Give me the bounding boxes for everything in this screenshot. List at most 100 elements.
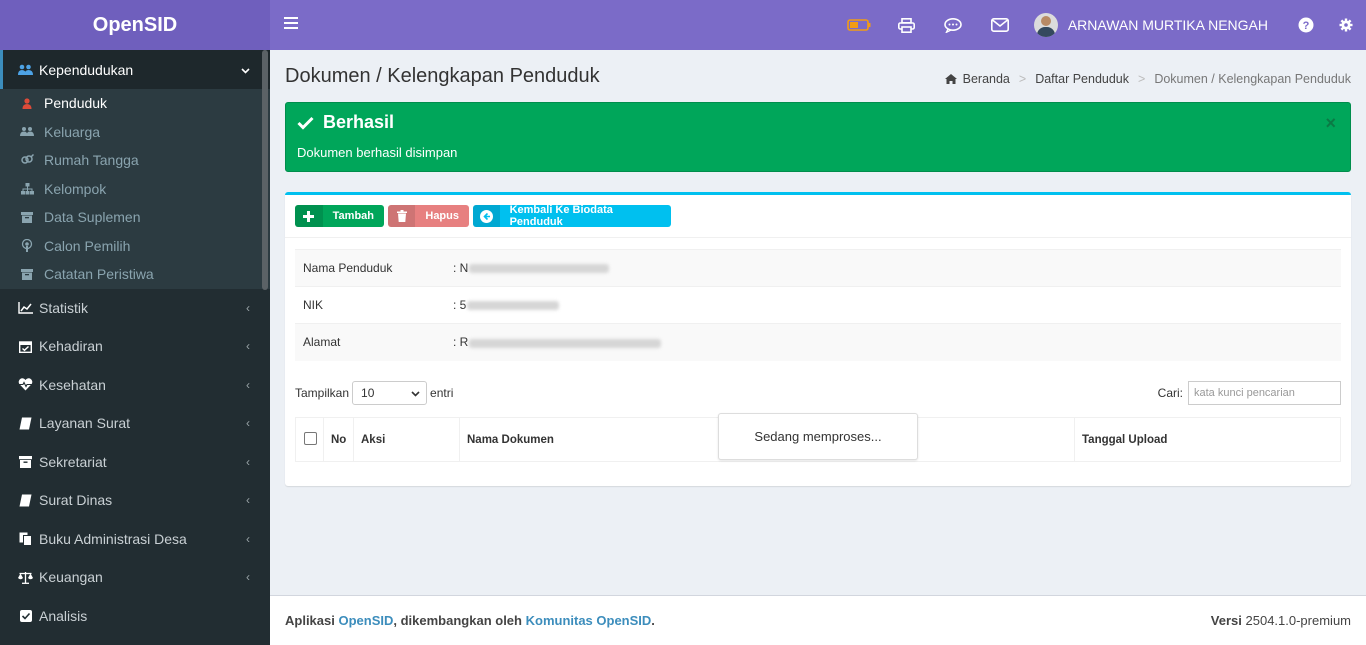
sidebar-subitem-rumah-tangga[interactable]: Rumah Tangga — [0, 146, 270, 175]
breadcrumb-home[interactable]: Beranda — [963, 72, 1010, 86]
add-button[interactable]: Tambah — [295, 205, 384, 227]
top-navbar: ARNAWAN MURTIKA NENGAH ? — [270, 0, 1366, 50]
sidebar-item-buku-administrasi-desa[interactable]: Buku Administrasi Desa ‹ — [0, 520, 270, 559]
app-logo[interactable]: OpenSID — [0, 0, 270, 50]
users-icon — [18, 63, 33, 77]
processing-indicator: Sedang memproses... — [718, 413, 918, 460]
help-icon[interactable]: ? — [1286, 0, 1326, 50]
sidebar-item-analisis[interactable]: Analisis — [0, 597, 270, 636]
footer: Aplikasi OpenSID, dikembangkan oleh Komu… — [270, 595, 1366, 645]
sidebar-subitem-label: Kelompok — [44, 180, 107, 197]
search-input[interactable] — [1188, 381, 1341, 405]
submenu-kependudukan: Penduduk Keluarga Rumah Tangga Kelompok … — [0, 89, 270, 289]
toolbar: Tambah Hapus Kembali Ke Biodata Penduduk — [295, 204, 671, 228]
divider — [285, 237, 1351, 238]
column-header-tanggal-upload[interactable]: Tanggal Upload — [1074, 417, 1341, 462]
search-label: Cari: — [1157, 386, 1183, 400]
sidebar-item-label: Layanan Surat — [39, 415, 131, 432]
sidebar-item-label: Keuangan — [39, 569, 103, 586]
redacted-value — [467, 301, 560, 311]
sidebar-item-label: Statistik — [39, 299, 89, 316]
footer-dev-label: , dikembangkan oleh — [393, 613, 522, 628]
footer-period: . — [651, 613, 655, 628]
print-icon[interactable] — [883, 0, 930, 50]
sidebar-subitem-label: Data Suplemen — [44, 209, 141, 226]
delete-button[interactable]: Hapus — [388, 205, 469, 227]
sidebar-item-label: Surat Dinas — [39, 492, 113, 509]
alert-title: Berhasil — [297, 112, 394, 133]
version-value: 2504.1.0-premium — [1245, 613, 1352, 628]
alert-message: Dokumen berhasil disimpan — [297, 145, 458, 160]
sidebar-item-kependudukan[interactable]: Kependudukan — [0, 50, 270, 89]
user-icon — [20, 98, 34, 109]
sidebar-subitem-data-suplemen[interactable]: Data Suplemen — [0, 203, 270, 232]
avatar — [1033, 13, 1058, 37]
sidebar-item-statistik[interactable]: Statistik ‹ — [0, 289, 270, 328]
footer-community-link[interactable]: Komunitas OpenSID — [526, 613, 652, 628]
sidebar-scrollbar[interactable] — [262, 50, 268, 290]
info-row: Nama Penduduk : N — [295, 249, 1341, 287]
select-all-checkbox[interactable] — [304, 431, 317, 445]
check-square-icon — [18, 609, 33, 623]
info-value-text: : N — [453, 261, 469, 275]
hamburger-menu-icon[interactable] — [284, 16, 298, 34]
chevron-left-icon: ‹ — [246, 493, 250, 508]
chevron-left-icon: ‹ — [246, 377, 250, 392]
trash-icon — [388, 205, 416, 227]
sidebar-subitem-kelompok[interactable]: Kelompok — [0, 175, 270, 204]
users-icon — [20, 126, 34, 137]
sidebar-item-sekretariat[interactable]: Sekretariat ‹ — [0, 443, 270, 482]
page-title: Dokumen / Kelengkapan Penduduk — [285, 65, 600, 87]
select-all-header — [295, 417, 324, 462]
sidebar-item-layanan-surat[interactable]: Layanan Surat ‹ — [0, 404, 270, 443]
info-label: Alamat — [295, 323, 453, 361]
search-control: Cari: — [1158, 381, 1341, 405]
sidebar-subitem-calon-pemilih[interactable]: Calon Pemilih — [0, 232, 270, 261]
battery-icon[interactable] — [836, 0, 883, 50]
info-value: : 5 — [453, 286, 1341, 324]
column-header-no[interactable]: No — [323, 417, 354, 462]
footer-app-label: Aplikasi — [285, 613, 335, 628]
footer-opensid-link[interactable]: OpenSID — [338, 613, 393, 628]
success-alert: Berhasil Dokumen berhasil disimpan × — [285, 102, 1351, 172]
archive-icon — [18, 455, 33, 469]
breadcrumb-daftar-penduduk[interactable]: Daftar Penduduk — [1035, 72, 1129, 86]
sidebar-item-surat-dinas[interactable]: Surat Dinas ‹ — [0, 481, 270, 520]
sidebar-item-label: Kesehatan — [39, 376, 106, 393]
chevron-left-icon: ‹ — [246, 300, 250, 315]
back-to-biodata-button[interactable]: Kembali Ke Biodata Penduduk — [473, 204, 671, 228]
app-logo-text: OpenSID — [92, 13, 178, 36]
sidebar-subitem-label: Penduduk — [44, 95, 108, 112]
arrow-circle-left-icon — [473, 205, 500, 227]
sidebar-subitem-label: Keluarga — [44, 123, 101, 140]
sidebar-item-keuangan[interactable]: Keuangan ‹ — [0, 558, 270, 597]
sidebar-subitem-catatan-peristiwa[interactable]: Catatan Peristiwa — [0, 260, 270, 289]
mail-icon[interactable] — [977, 0, 1024, 50]
alert-title-text: Berhasil — [323, 112, 395, 132]
chevron-left-icon: ‹ — [246, 570, 250, 585]
page-size-value: 10 — [361, 386, 375, 400]
sidebar-subitem-label: Calon Pemilih — [44, 237, 131, 254]
sidebar-subitem-keluarga[interactable]: Keluarga — [0, 118, 270, 147]
version-label: Versi — [1210, 613, 1242, 628]
close-icon[interactable]: × — [1325, 113, 1336, 134]
sidebar-item-kesehatan[interactable]: Kesehatan ‹ — [0, 366, 270, 405]
info-row: Alamat : R — [295, 323, 1341, 361]
page-length-control: Tampilkan 10 entri — [295, 381, 453, 405]
sidebar-subitem-penduduk[interactable]: Penduduk — [0, 89, 270, 118]
archive-icon — [20, 211, 34, 223]
user-menu[interactable]: ARNAWAN MURTIKA NENGAH — [1024, 0, 1286, 50]
sidebar: Kependudukan Penduduk Keluarga Rumah Tan… — [0, 50, 270, 645]
sidebar-item-kehadiran[interactable]: Kehadiran ‹ — [0, 327, 270, 366]
sidebar-item-label: Sekretariat — [39, 453, 107, 470]
sitemap-icon — [20, 182, 34, 195]
breadcrumb-current: Dokumen / Kelengkapan Penduduk — [1154, 72, 1351, 86]
gear-icon[interactable] — [1326, 0, 1366, 50]
footer-credits: Aplikasi OpenSID, dikembangkan oleh Komu… — [285, 613, 655, 628]
chat-icon[interactable] — [930, 0, 977, 50]
breadcrumb-separator: > — [1018, 72, 1027, 86]
balance-scale-icon — [18, 570, 33, 584]
page-size-select[interactable]: 10 — [352, 381, 428, 405]
chevron-down-icon — [241, 63, 250, 77]
plus-icon — [295, 205, 323, 227]
